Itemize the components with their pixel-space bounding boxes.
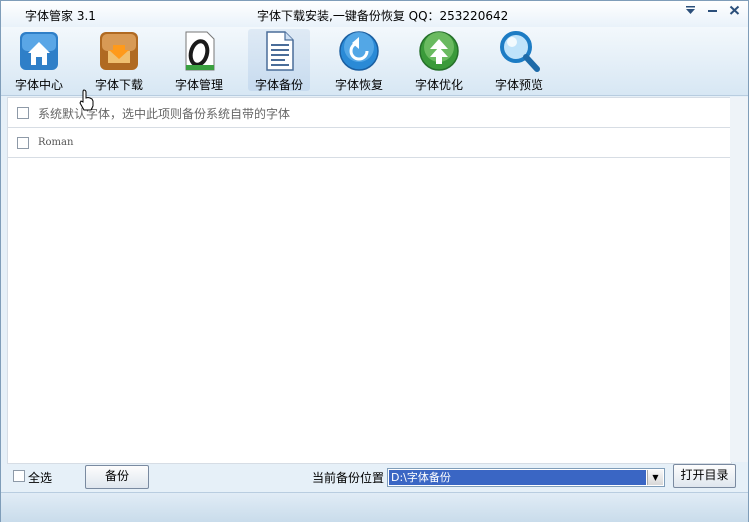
font-manage-icon xyxy=(185,31,215,71)
tool-font-preview[interactable]: 字体预览 xyxy=(488,29,550,92)
optimize-icon xyxy=(419,31,459,71)
tool-font-center[interactable]: 字体中心 xyxy=(8,29,70,92)
tool-label: 字体恢复 xyxy=(334,78,383,92)
backup-button[interactable]: 备份 xyxy=(85,465,149,489)
tool-font-backup[interactable]: 字体备份 xyxy=(248,29,310,92)
tool-label: 字体管理 xyxy=(174,78,223,92)
tool-label: 字体预览 xyxy=(494,78,543,92)
checkbox[interactable] xyxy=(17,137,29,149)
hand-cursor-icon xyxy=(79,89,94,111)
tool-label: 字体中心 xyxy=(14,78,63,92)
title-bar: 字体管家 3.1 字体下载安装,一键备份恢复 QQ：253220642 xyxy=(1,1,748,27)
tool-label: 字体备份 xyxy=(254,78,303,92)
home-icon xyxy=(20,32,58,70)
backup-location-label: 当前备份位置 xyxy=(312,471,385,485)
list-item[interactable]: 系统默认字体，选中此项则备份系统自带的字体 xyxy=(8,98,731,128)
list-item[interactable]: Roman xyxy=(8,128,731,158)
app-title: 字体管家 3.1 xyxy=(25,9,96,23)
close-icon[interactable] xyxy=(726,3,742,17)
backup-location-value: D:\字体备份 xyxy=(389,470,646,485)
backup-location-select[interactable]: D:\字体备份 ▼ xyxy=(387,468,665,487)
document-icon xyxy=(266,31,294,71)
bottom-bar: 全选 备份 当前备份位置 D:\字体备份 ▼ 打开目录 xyxy=(1,462,748,492)
dropdown-icon[interactable] xyxy=(682,3,698,17)
tool-font-manage[interactable]: 字体管理 xyxy=(168,29,230,92)
chevron-down-icon[interactable]: ▼ xyxy=(647,470,663,485)
checkbox[interactable] xyxy=(17,107,29,119)
magnifier-icon xyxy=(500,31,540,72)
tool-font-download[interactable]: 字体下载 xyxy=(88,29,150,92)
minimize-icon[interactable] xyxy=(704,3,720,17)
tool-font-optimize[interactable]: 字体优化 xyxy=(408,29,470,92)
list-side-rail xyxy=(730,97,748,462)
status-bar xyxy=(1,492,748,522)
restore-icon xyxy=(339,31,379,71)
list-item-label: Roman xyxy=(38,137,74,148)
tool-label: 字体优化 xyxy=(414,78,463,92)
tool-label: 字体下载 xyxy=(94,78,143,92)
banner-text: 字体下载安装,一键备份恢复 QQ：253220642 xyxy=(257,9,509,23)
tool-font-restore[interactable]: 字体恢复 xyxy=(328,29,390,92)
select-all-label[interactable]: 全选 xyxy=(28,469,52,486)
window-controls xyxy=(682,3,742,17)
main-toolbar: 字体中心 字体下载 字体管理 字体备份 字体恢复 字体优化 字体预览 xyxy=(1,27,748,96)
download-icon xyxy=(100,32,138,70)
app-window: 字体管家 3.1 字体下载安装,一键备份恢复 QQ：253220642 字体中心 xyxy=(0,0,749,522)
font-list: 系统默认字体，选中此项则备份系统自带的字体 Roman xyxy=(7,97,732,464)
list-item-label: 系统默认字体，选中此项则备份系统自带的字体 xyxy=(38,107,291,121)
open-directory-button[interactable]: 打开目录 xyxy=(673,464,736,488)
select-all-checkbox[interactable] xyxy=(13,470,25,482)
